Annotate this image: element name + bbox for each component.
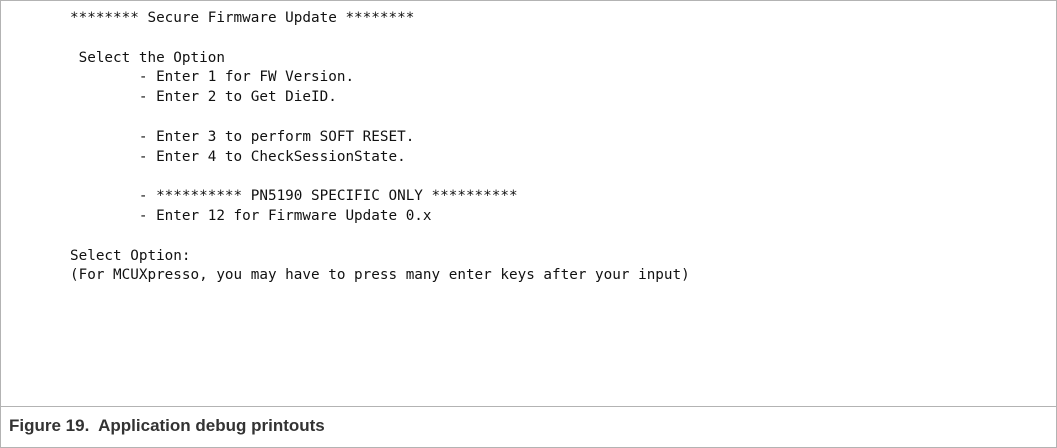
console-line-pn5190-heading: - ********** PN5190 SPECIFIC ONLY ******… xyxy=(70,188,518,205)
console-line-option-3: - Enter 3 to perform SOFT RESET. xyxy=(70,128,415,145)
console-line-option-1: - Enter 1 for FW Version. xyxy=(70,69,355,86)
console-line-select-prompt: Select Option: xyxy=(70,247,191,264)
console-output: ******** Secure Firmware Update ********… xyxy=(70,9,690,286)
console-line-option-2: - Enter 2 to Get DieID. xyxy=(70,89,337,106)
figure-caption: Figure 19. Application debug printouts xyxy=(9,416,325,435)
console-line-option-12: - Enter 12 for Firmware Update 0.x xyxy=(70,207,432,224)
console-line-mcuxpresso-note: (For MCUXpresso, you may have to press m… xyxy=(70,267,690,284)
console-line-title: ******** Secure Firmware Update ******** xyxy=(70,10,415,26)
console-line-option-4: - Enter 4 to CheckSessionState. xyxy=(70,148,406,165)
console-line-select-heading: Select the Option xyxy=(70,49,225,66)
caption-divider xyxy=(1,406,1056,407)
